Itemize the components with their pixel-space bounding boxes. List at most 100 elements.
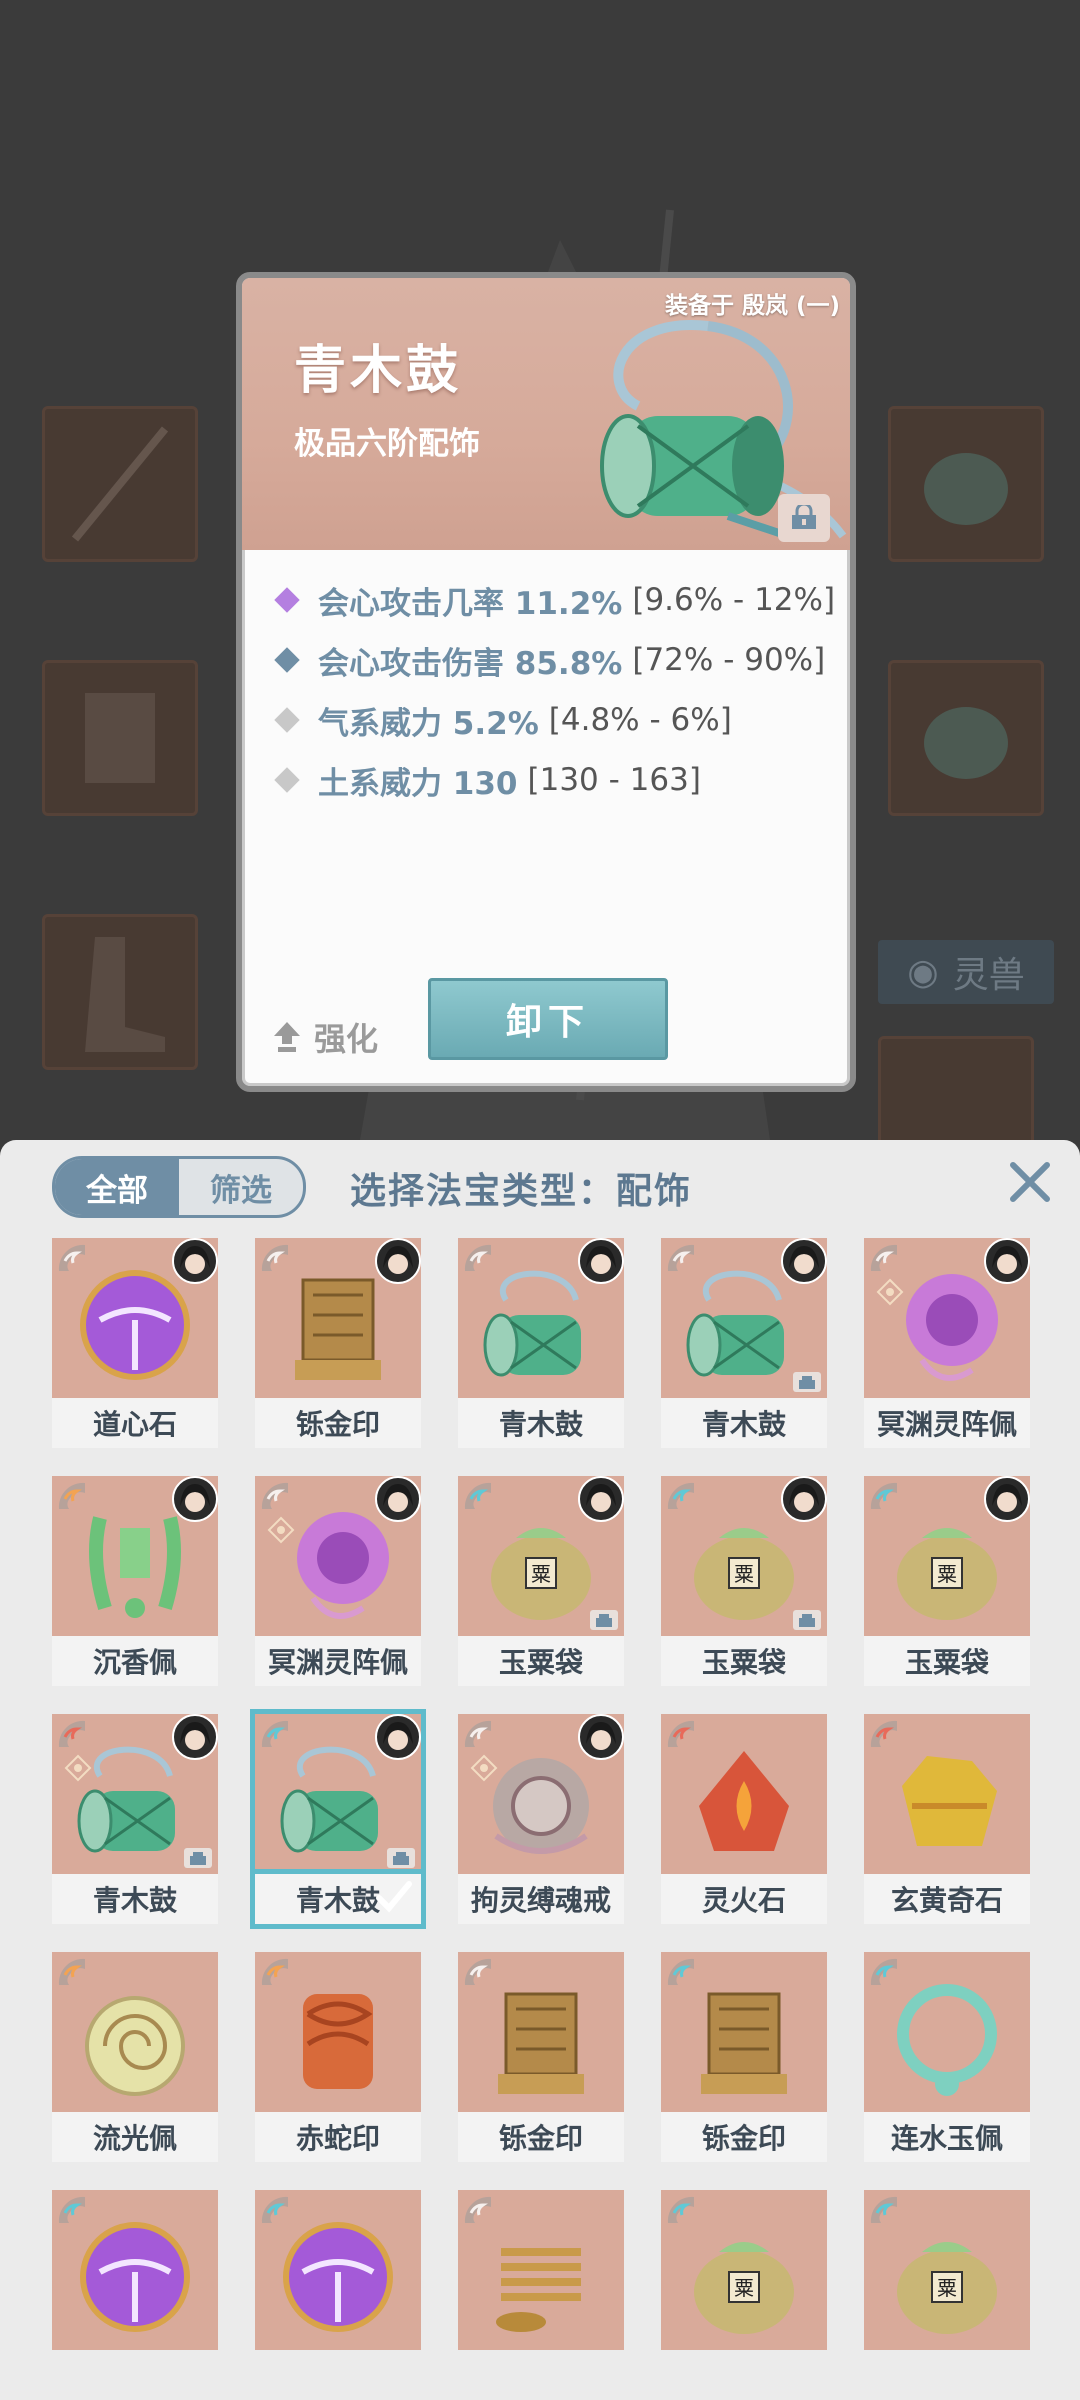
item-artwork <box>255 2190 421 2350</box>
item-cell[interactable] <box>255 2190 421 2400</box>
character-avatar <box>172 1714 218 1760</box>
bg-equip-slot-accessory-1 <box>888 406 1044 562</box>
item-cell[interactable]: 粟玉粟袋 <box>661 1476 827 1686</box>
item-name: 玉粟袋 <box>864 1636 1030 1686</box>
item-cell[interactable]: 冥渊灵阵佩 <box>864 1238 1030 1448</box>
stat-name: 土系威力 130 <box>318 765 518 802</box>
element-swirl-icon <box>870 1244 897 1271</box>
item-cell[interactable]: 冥渊灵阵佩 <box>255 1476 421 1686</box>
item-cell[interactable]: 青木鼓 <box>661 1238 827 1448</box>
item-cell[interactable]: 青木鼓 <box>250 1709 426 1929</box>
element-swirl-icon <box>667 1482 694 1509</box>
character-avatar <box>172 1476 218 1522</box>
item-cell[interactable]: 粟 <box>864 2190 1030 2400</box>
bag-item-icon: 粟 <box>897 2242 997 2334</box>
svg-text:粟: 粟 <box>531 1562 551 1586</box>
unequip-button[interactable]: 卸下 <box>428 978 668 1060</box>
svg-text:粟: 粟 <box>937 1562 957 1586</box>
element-swirl-icon <box>261 2196 288 2223</box>
item-cell[interactable]: 赤蛇印 <box>255 1952 421 2162</box>
item-cell[interactable]: 沉香佩 <box>52 1476 218 1686</box>
element-swirl-icon <box>667 1244 694 1271</box>
item-name: 青木鼓 <box>294 341 463 401</box>
purple-diamond-icon <box>274 587 300 613</box>
check-icon <box>371 1874 417 1920</box>
stat-range: [4.8% - 6%] <box>548 702 732 738</box>
item-artwork <box>255 1476 421 1636</box>
stat-range: [72% - 90%] <box>632 642 826 678</box>
enhance-label: 强化 <box>314 1020 379 1058</box>
item-cell[interactable]: 拘灵缚魂戒 <box>458 1714 624 1924</box>
coil-item-icon <box>496 2248 581 2332</box>
tab-all[interactable]: 全部 <box>55 1159 179 1215</box>
item-cell[interactable]: 粟 <box>661 2190 827 2400</box>
item-cell[interactable]: 青木鼓 <box>458 1238 624 1448</box>
item-name: 灵火石 <box>661 1874 827 1924</box>
element-swirl-icon <box>870 1720 897 1747</box>
filter-toggle: 全部 筛选 <box>52 1156 306 1218</box>
item-artwork <box>661 1238 827 1398</box>
character-avatar <box>984 1238 1030 1284</box>
item-detail-header: 装备于 殷岚 (一) 青木鼓 极品六阶配饰 <box>242 278 850 550</box>
item-cell[interactable]: 粟玉粟袋 <box>458 1476 624 1686</box>
item-artwork: 粟 <box>661 2190 827 2350</box>
stat-name: 会心攻击几率 11.2% <box>318 585 623 622</box>
lock-icon <box>184 1848 212 1868</box>
element-swirl-icon <box>58 1958 85 1985</box>
item-cell[interactable]: 连水玉佩 <box>864 1952 1030 2162</box>
close-button[interactable] <box>1002 1154 1058 1210</box>
rune-mark-icon <box>64 1754 92 1782</box>
element-swirl-icon <box>870 2196 897 2223</box>
stat-row: 会心攻击伤害 85.8% [72% - 90%] <box>268 630 838 690</box>
item-cell[interactable]: 玄黄奇石 <box>864 1714 1030 1924</box>
bg-spirit-beast-button: ◉ 灵兽 <box>878 940 1054 1004</box>
bg-beast-label: 灵兽 <box>952 955 1025 996</box>
enhance-button[interactable]: 强化 <box>272 1014 378 1060</box>
item-name: 铄金印 <box>661 2112 827 2162</box>
item-cell[interactable]: 道心石 <box>52 1238 218 1448</box>
item-name: 冥渊灵阵佩 <box>864 1398 1030 1448</box>
gold-item-icon <box>902 1756 997 1846</box>
item-cell[interactable]: 铄金印 <box>255 1238 421 1448</box>
item-artwork <box>458 1238 624 1398</box>
element-swirl-icon <box>464 2196 491 2223</box>
item-cell[interactable]: 粟玉粟袋 <box>864 1476 1030 1686</box>
snake-item-icon <box>303 1994 373 2089</box>
svg-text:粟: 粟 <box>734 1562 754 1586</box>
tab-filter[interactable]: 筛选 <box>179 1159 303 1215</box>
item-name: 连水玉佩 <box>864 2112 1030 2162</box>
stat-name: 气系威力 5.2% <box>318 705 539 742</box>
item-artwork <box>52 1238 218 1398</box>
item-artwork <box>661 1714 827 1874</box>
stat-row: 会心攻击几率 11.2% [9.6% - 12%] <box>268 570 838 630</box>
item-artwork <box>255 1952 421 2112</box>
item-cell[interactable]: 流光佩 <box>52 1952 218 2162</box>
item-artwork <box>864 1238 1030 1398</box>
item-cell[interactable]: 铄金印 <box>458 1952 624 2162</box>
element-swirl-icon <box>667 2196 694 2223</box>
item-artwork <box>52 1952 218 2112</box>
item-detail-card: 装备于 殷岚 (一) 青木鼓 极品六阶配饰 会心攻击几率 11.2% [9.6%… <box>236 272 856 1092</box>
item-cell[interactable] <box>52 2190 218 2400</box>
item-artwork: 粟 <box>864 2190 1030 2350</box>
lock-icon <box>387 1848 415 1868</box>
element-swirl-icon <box>464 1720 491 1747</box>
item-artwork <box>52 1476 218 1636</box>
item-cell[interactable]: 青木鼓 <box>52 1714 218 1924</box>
inventory-panel: 全部 筛选 选择法宝类型：配饰 道心石 铄金印 青木鼓 青木鼓 冥渊灵阵佩 沉香佩 冥渊灵阵… <box>0 1140 1080 2400</box>
rune-mark-icon <box>470 1754 498 1782</box>
element-swirl-icon <box>464 1958 491 1985</box>
item-name: 铄金印 <box>458 2112 624 2162</box>
beast-icon: ◉ <box>907 951 939 993</box>
item-cell[interactable] <box>458 2190 624 2400</box>
item-artwork <box>255 1238 421 1398</box>
element-swirl-icon <box>261 1244 288 1271</box>
item-cell[interactable]: 灵火石 <box>661 1714 827 1924</box>
item-cell[interactable]: 铄金印 <box>661 1952 827 2162</box>
character-avatar <box>375 1476 421 1522</box>
character-avatar <box>984 1476 1030 1522</box>
up-arrow-icon <box>274 1022 300 1052</box>
lock-icon[interactable] <box>778 494 830 542</box>
item-artwork <box>52 1714 218 1874</box>
svg-text:粟: 粟 <box>734 2276 754 2300</box>
